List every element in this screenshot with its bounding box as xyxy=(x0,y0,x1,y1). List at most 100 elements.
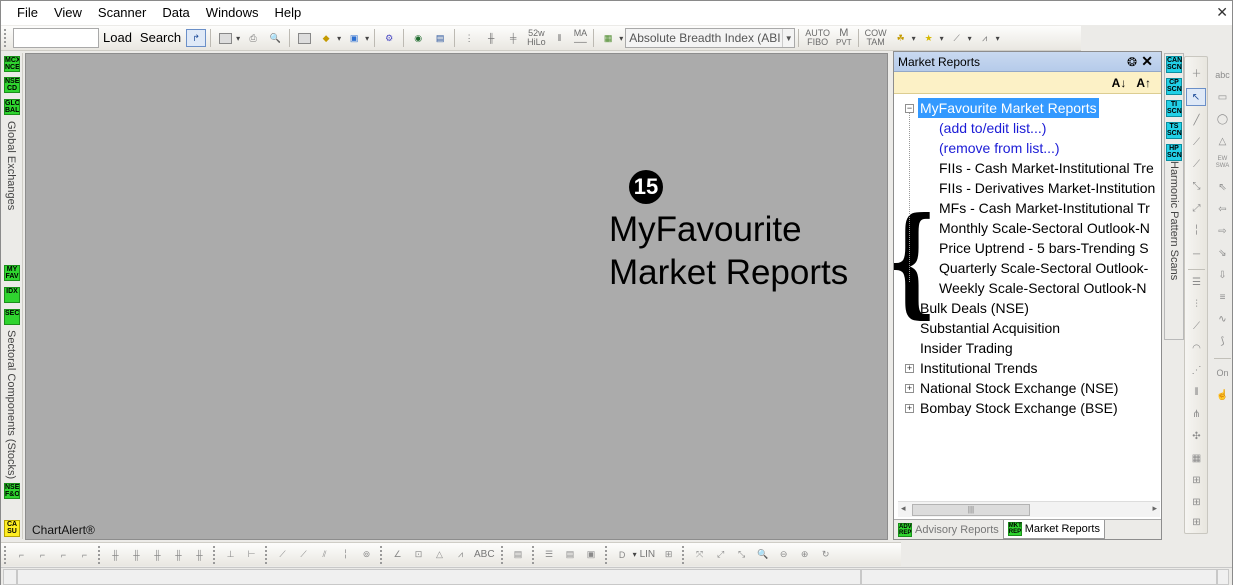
ma-icon[interactable]: MA ── xyxy=(574,29,588,47)
linear-scale-label[interactable]: LIN xyxy=(640,549,656,560)
chart-type-dropdown-icon[interactable]: ▾ xyxy=(619,34,623,43)
retracement-icon[interactable]: ☰ xyxy=(1189,275,1204,290)
tree-item-favourite[interactable]: Monthly Scale-Sectoral Outlook-N xyxy=(939,218,1150,238)
close-window-icon[interactable]: ✕ xyxy=(1216,4,1228,21)
tree-link-remove[interactable]: (remove from list...) xyxy=(939,138,1060,158)
tas-star-icon[interactable]: ★ xyxy=(919,29,939,47)
tree-item-bse[interactable]: Bombay Stock Exchange (BSE) xyxy=(920,398,1118,418)
wave-numbers-icon[interactable]: ⌐ xyxy=(54,546,73,564)
cycle-lines-icon[interactable]: ⫴ xyxy=(1189,385,1204,400)
vertical-tool-icon[interactable]: ╎ xyxy=(336,546,355,564)
grid-icon[interactable]: ▦ xyxy=(1189,451,1204,466)
bar-chart-icon[interactable]: ⋮ xyxy=(459,29,479,47)
globe-icon[interactable]: ◉ xyxy=(408,29,428,47)
harmonic-pattern-scans-tab[interactable]: Harmonic Pattern Scans xyxy=(1168,161,1180,280)
template-dropdown-icon[interactable]: ▾ xyxy=(365,34,369,43)
projection-tool-icon[interactable]: ⟋ xyxy=(294,546,313,564)
slope-tool-icon[interactable]: ⟋ xyxy=(273,546,292,564)
wave-135-icon[interactable]: ⌐ xyxy=(75,546,94,564)
pin-icon[interactable]: ❂ xyxy=(1127,55,1137,69)
arc-icon[interactable]: ◠ xyxy=(1189,341,1204,356)
layers-icon[interactable]: ⊞ xyxy=(1189,515,1204,530)
expand-icon[interactable]: + xyxy=(905,364,914,373)
my-fav-icon[interactable]: MY FAV xyxy=(4,265,20,281)
volume-icon[interactable]: ⫴ xyxy=(550,29,570,47)
ca-su-icon[interactable]: CA SU xyxy=(4,520,20,537)
zoom-region-icon[interactable]: ⤡ xyxy=(732,546,751,564)
speed-lines-icon[interactable]: ⟋ xyxy=(1189,319,1204,334)
print-icon[interactable]: ⎙ xyxy=(243,29,263,47)
notes-icon[interactable]: ▤ xyxy=(509,546,528,564)
fan-lines-icon[interactable]: ⫶ xyxy=(1189,297,1204,312)
tree-item-favourite[interactable]: Weekly Scale-Sectoral Outlook-N xyxy=(939,278,1146,298)
scroll-right-icon[interactable]: ▸ xyxy=(1152,503,1157,514)
triangle-icon[interactable]: △ xyxy=(1215,134,1230,149)
search-button[interactable]: Search xyxy=(136,28,185,48)
pvt-icon[interactable]: M PVT xyxy=(836,28,852,48)
tree-item-nse[interactable]: National Stock Exchange (NSE) xyxy=(920,378,1118,398)
tree-item-favourite[interactable]: FIIs - Derivatives Market-Institution xyxy=(939,178,1155,198)
scroll-left-icon[interactable]: ◂ xyxy=(901,503,906,514)
abc-pattern-icon[interactable]: ⟆ xyxy=(1215,334,1230,349)
zoom-in-icon[interactable]: ⊕ xyxy=(795,546,814,564)
zoom-fit-icon[interactable]: ⤧ xyxy=(690,546,709,564)
layout-icon[interactable]: ▤ xyxy=(430,29,450,47)
arrow-left-icon[interactable]: ⇦ xyxy=(1215,202,1230,217)
52w-hilo-icon[interactable]: 52w HiLo xyxy=(527,29,546,47)
chart-area[interactable]: 15 MyFavourite Market Reports ChartAlert… xyxy=(25,53,888,540)
report-icon[interactable]: ▤ xyxy=(561,546,580,564)
global-exchanges-tab[interactable]: Global Exchanges xyxy=(5,121,17,210)
expand-icon[interactable]: + xyxy=(905,384,914,393)
nse-cd-icon[interactable]: NSE CD xyxy=(4,77,20,93)
grid-toggle-icon[interactable]: ⊞ xyxy=(659,546,678,564)
tab-market-reports[interactable]: MKT REP Market Reports xyxy=(1002,520,1105,539)
tree-item-institutional-trends[interactable]: Institutional Trends xyxy=(920,358,1038,378)
menu-data[interactable]: Data xyxy=(154,1,197,25)
panel-close-icon[interactable]: ✕ xyxy=(1141,53,1153,70)
candlestick-scan-icon[interactable]: CAN SCN xyxy=(1166,56,1182,73)
sort-descending-icon[interactable]: A↓ xyxy=(1112,76,1127,90)
save-icon[interactable] xyxy=(215,29,235,47)
expand-icon[interactable]: + xyxy=(905,404,914,413)
pattern-dropdown-icon[interactable]: ▾ xyxy=(912,34,916,43)
collapse-icon[interactable]: − xyxy=(905,104,914,113)
sort-ascending-icon[interactable]: A↑ xyxy=(1136,76,1151,90)
rectangle-icon[interactable]: ▭ xyxy=(1215,90,1230,105)
base-tool-icon[interactable]: ⊢ xyxy=(242,546,261,564)
wave-abc-icon[interactable]: ⌐ xyxy=(33,546,52,564)
crosshair-icon[interactable]: ＋ xyxy=(1189,67,1204,82)
menu-file[interactable]: File xyxy=(9,1,46,25)
tree-item-myfavourite[interactable]: MyFavourite Market Reports xyxy=(918,98,1099,118)
arrow-up-left-icon[interactable]: ⇖ xyxy=(1215,180,1230,195)
vertical-line-icon[interactable]: ╎ xyxy=(1189,223,1204,238)
on-toggle[interactable]: On xyxy=(1215,366,1230,381)
boxes-icon[interactable]: ⊞ xyxy=(1189,495,1204,510)
wave-icon[interactable]: ⟋ xyxy=(947,29,967,47)
lines-icon[interactable]: ≡ xyxy=(1215,290,1230,305)
harmonic-icon[interactable]: ⩘ xyxy=(975,29,995,47)
tree-item-favourite[interactable]: Price Uptrend - 5 bars-Trending S xyxy=(939,238,1149,258)
print-preview-icon[interactable]: 🔍 xyxy=(265,29,285,47)
technical-indicator-scan-icon[interactable]: TI SCN xyxy=(1166,100,1182,117)
link-icon[interactable]: ⚙ xyxy=(379,29,399,47)
arrow-down-right-icon[interactable]: ⇘ xyxy=(1215,246,1230,261)
tab-advisory-reports[interactable]: ADV REP Advisory Reports xyxy=(894,520,1003,539)
candle-tool-2-icon[interactable]: ╫ xyxy=(127,546,146,564)
indicator-dropdown-icon[interactable]: ▾ xyxy=(337,34,341,43)
wave-pattern-icon[interactable]: ∿ xyxy=(1215,312,1230,327)
candle-chart-icon[interactable]: ╫ xyxy=(481,29,501,47)
trendline-sl2-icon[interactable]: ⟋ xyxy=(1189,157,1204,172)
tree-link-add[interactable]: (add to/edit list...) xyxy=(939,118,1046,138)
indicator-combo[interactable]: Absolute Breadth Index (ABI ▼ xyxy=(625,28,796,48)
wave-dropdown-icon[interactable]: ▾ xyxy=(968,34,972,43)
candle-tool-4-icon[interactable]: ╫ xyxy=(169,546,188,564)
candle-tool-5-icon[interactable]: ╫ xyxy=(190,546,209,564)
angle-tool-icon[interactable]: ∠ xyxy=(388,546,407,564)
xabcd-tool-icon[interactable]: ⩘ xyxy=(451,546,470,564)
chart-type-icon[interactable]: ▦ xyxy=(598,29,618,47)
zoom-expand-icon[interactable]: ⤢ xyxy=(711,546,730,564)
trading-system-scan-icon[interactable]: TS SCN xyxy=(1166,122,1182,139)
pitchfork-icon[interactable]: ⋔ xyxy=(1189,407,1204,422)
global-icon[interactable]: GLO BAL xyxy=(4,99,20,115)
tas-dropdown-icon[interactable]: ▾ xyxy=(940,34,944,43)
